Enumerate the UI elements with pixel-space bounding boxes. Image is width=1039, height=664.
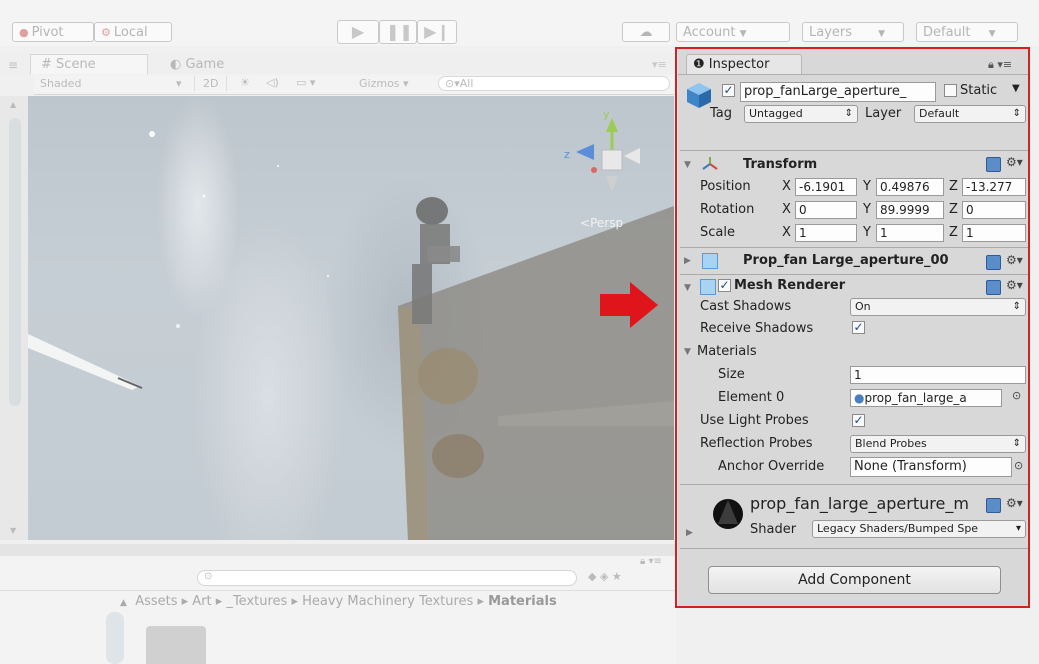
panel-menu-icon[interactable]: ≡ (8, 58, 18, 72)
cloud-button[interactable]: ☁ (622, 22, 670, 42)
chevron-down-icon: ▾ (176, 77, 182, 90)
scene-render (28, 118, 674, 540)
gizmos-dropdown[interactable]: Gizmos ▾ (359, 77, 409, 90)
search-icon: ⊙▾ (445, 77, 460, 90)
breadcrumb-item[interactable]: Assets (135, 594, 177, 609)
project-search-input[interactable]: ⊙ (197, 570, 577, 586)
hierarchy-scrollbar[interactable] (9, 118, 21, 406)
game-icon: ◐ (170, 57, 182, 72)
chevron-down-icon: ▼ (878, 29, 886, 39)
local-button[interactable]: ⚙ Local (94, 22, 172, 42)
mode-2d-toggle[interactable]: 2D (194, 76, 228, 91)
pause-button[interactable]: ❚❚ (379, 20, 417, 44)
filter-icons[interactable]: ◆ ◈ ★ (588, 570, 622, 583)
scene-search-input[interactable]: ⊙▾All (438, 76, 670, 91)
lighting-icon[interactable]: ☀ (240, 76, 250, 89)
tab-game[interactable]: ◐ Game (170, 56, 224, 74)
cloud-icon: ☁ (639, 25, 653, 40)
material-thumbnail[interactable] (146, 626, 206, 664)
layers-dropdown[interactable]: Layers ▼ (802, 22, 904, 42)
panel-options-icon[interactable]: ▾≡ (652, 58, 667, 71)
pivot-icon: ● (19, 26, 29, 39)
persp-label[interactable]: <Persp (580, 216, 623, 230)
scroll-up-icon[interactable]: ▲ (10, 100, 16, 109)
breadcrumb-item[interactable]: Art (192, 594, 211, 609)
lock-icon[interactable]: 🔒︎ ▾≡ (640, 556, 662, 567)
effects-icon[interactable]: ▭ ▾ (296, 76, 315, 89)
account-dropdown[interactable]: Account ▼ (676, 22, 790, 42)
pause-icon: ❚❚ (386, 22, 413, 41)
highlight-frame (675, 47, 1030, 608)
scroll-down-icon[interactable]: ▼ (10, 526, 16, 535)
step-icon: ▶❙ (424, 22, 450, 41)
step-button[interactable]: ▶❙ (417, 20, 457, 44)
scene-icon: # (41, 57, 52, 72)
local-icon: ⚙ (101, 26, 111, 39)
breadcrumb: ▲ Assets ▸ Art ▸ _Textures ▸ Heavy Machi… (120, 594, 557, 609)
gizmo-y-label: y (603, 108, 610, 121)
search-icon: ⊙ (204, 571, 213, 582)
gizmo-z-label: z (564, 148, 570, 161)
scene-viewport[interactable]: y z <Persp (28, 96, 674, 540)
scene-toolbar: Shaded ▾ 2D ☀ ◁) ▭ ▾ Gizmos ▾ ⊙▾All (34, 75, 674, 95)
red-arrow (600, 282, 658, 328)
play-button[interactable]: ▶ (337, 20, 379, 44)
panel-divider (0, 544, 676, 556)
project-divider (0, 590, 676, 591)
shading-dropdown[interactable]: Shaded (40, 77, 81, 90)
tab-scene[interactable]: # Scene (30, 54, 148, 74)
breadcrumb-item[interactable]: _Textures (226, 594, 287, 609)
pivot-button[interactable]: ● Pivot (12, 22, 94, 42)
persp-icon: < (580, 216, 591, 230)
layout-dropdown[interactable]: Default ▼ (916, 22, 1018, 42)
project-scrollbar[interactable] (106, 612, 124, 664)
play-icon: ▶ (351, 22, 365, 41)
breadcrumb-item[interactable]: Heavy Machinery Textures (302, 594, 473, 609)
chevron-down-icon: ▼ (739, 29, 747, 39)
audio-icon[interactable]: ◁) (266, 76, 279, 89)
breadcrumb-item[interactable]: Materials (488, 594, 557, 609)
chevron-down-icon: ▼ (988, 29, 996, 39)
